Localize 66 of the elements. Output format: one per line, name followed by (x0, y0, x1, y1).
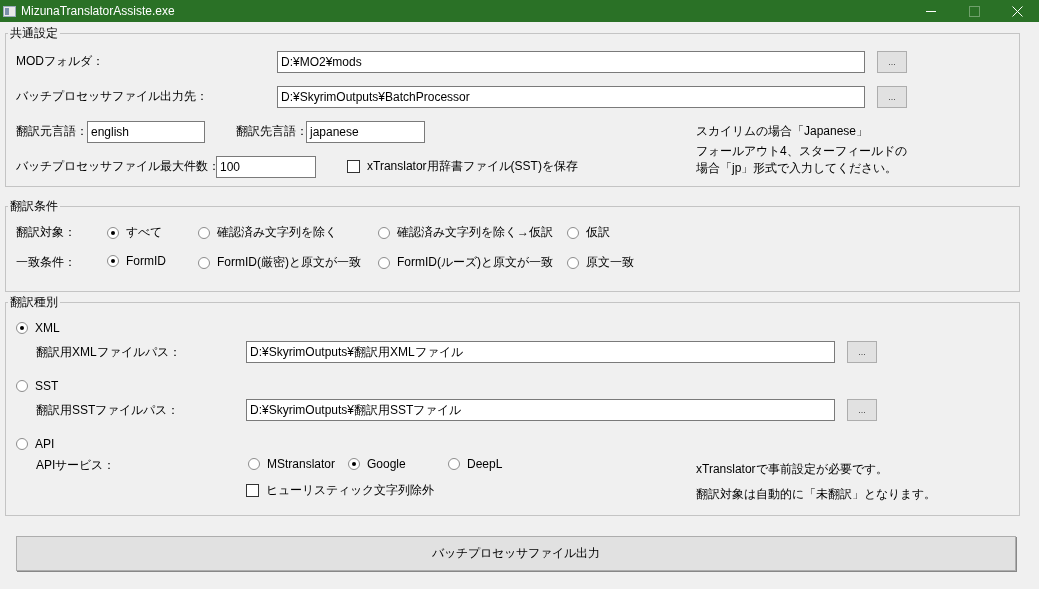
radio-option[interactable]: 原文一致 (567, 254, 634, 271)
group-title: 翻訳種別 (9, 295, 59, 309)
window-icon (3, 5, 16, 17)
radio-button[interactable] (198, 226, 210, 239)
radio-option[interactable]: 確認済み文字列を除く (198, 224, 337, 241)
radio-option[interactable]: 仮訳 (567, 224, 610, 241)
field-label: バッチプロセッサファイル出力先： (16, 88, 209, 105)
close-icon[interactable] (1012, 5, 1023, 17)
radio-option[interactable]: 確認済み文字列を除く→仮訳 (378, 224, 553, 241)
browse-button[interactable]: ... (877, 50, 907, 73)
language-field[interactable]: japanese (306, 120, 425, 143)
radio-button[interactable] (567, 226, 579, 239)
radio-option[interactable]: すべて (107, 224, 162, 241)
path-field[interactable]: D:¥SkyrimOutputs¥翻訳用XMLファイル (246, 341, 835, 363)
radio-option[interactable]: FormID(厳密)と原文が一致 (198, 254, 361, 271)
checkbox[interactable] (347, 160, 360, 173)
checkbox-option[interactable]: xTranslator用辞書ファイル(SST)を保存 (347, 158, 578, 175)
language-field[interactable]: english (87, 120, 205, 143)
field-label: APIサービス： (36, 456, 117, 474)
note-text: スカイリムの場合「Japanese」 (696, 123, 870, 140)
radio-button[interactable] (16, 438, 28, 450)
path-field[interactable]: D:¥MO2¥mods (277, 50, 865, 73)
radio-button[interactable] (378, 226, 390, 239)
path-field[interactable]: D:¥SkyrimOutputs¥翻訳用SSTファイル (246, 399, 835, 421)
field-label: MODフォルダ： (16, 53, 105, 70)
radio-button[interactable] (448, 458, 460, 470)
count-field[interactable]: 100 (216, 155, 316, 178)
radio-option[interactable]: FormID(ルーズ)と原文が一致 (378, 254, 553, 271)
radio-button[interactable] (567, 256, 579, 269)
field-label: 翻訳先言語： (236, 123, 306, 140)
radio-button[interactable] (248, 458, 260, 470)
radio-button[interactable] (16, 380, 28, 392)
path-field[interactable]: D:¥SkyrimOutputs¥BatchProcessor (277, 85, 865, 108)
radio-option[interactable]: Google (348, 457, 406, 471)
browse-button[interactable]: ... (847, 341, 877, 363)
note-text: xTranslatorで事前設定が必要です。 (696, 461, 889, 478)
radio-button[interactable] (378, 256, 390, 269)
field-label: 翻訳用XMLファイルパス： (36, 343, 182, 361)
group-title: 翻訳条件 (9, 199, 59, 213)
radio-option[interactable]: DeepL (448, 457, 503, 471)
radio-button[interactable] (107, 226, 119, 239)
field-label: 翻訳対象： (16, 223, 77, 241)
group-title: 共通設定 (9, 26, 59, 40)
radio-button[interactable] (348, 458, 360, 470)
field-label: 翻訳用SSTファイルパス： (36, 401, 181, 419)
radio-option[interactable]: XML (16, 321, 60, 335)
radio-option[interactable]: SST (16, 379, 59, 393)
checkbox-option[interactable]: ヒューリスティック文字列除外 (246, 481, 434, 499)
field-label: 一致条件： (16, 253, 77, 271)
note-text: フォールアウト4、スターフィールドの (696, 143, 907, 160)
browse-button[interactable]: ... (847, 399, 877, 421)
note-text: 場合「jp」形式で入力してください。 (696, 160, 899, 177)
note-text: 翻訳対象は自動的に「未翻訳」となります。 (696, 486, 936, 503)
radio-option[interactable]: FormID (107, 254, 166, 268)
maximize-icon[interactable] (969, 5, 980, 17)
field-label: バッチプロセッサファイル最大件数： (16, 158, 216, 175)
radio-button[interactable] (16, 322, 28, 334)
window-title: MizunaTranslatorAssiste.exe (21, 4, 175, 18)
radio-button[interactable] (198, 256, 210, 269)
radio-option[interactable]: API (16, 437, 55, 451)
browse-button[interactable]: ... (877, 85, 907, 108)
radio-button[interactable] (107, 255, 119, 267)
output-button[interactable]: バッチプロセッサファイル出力 (16, 536, 1016, 571)
radio-option[interactable]: MStranslator (248, 457, 336, 471)
field-label: 翻訳元言語： (16, 123, 87, 140)
checkbox[interactable] (246, 483, 259, 497)
